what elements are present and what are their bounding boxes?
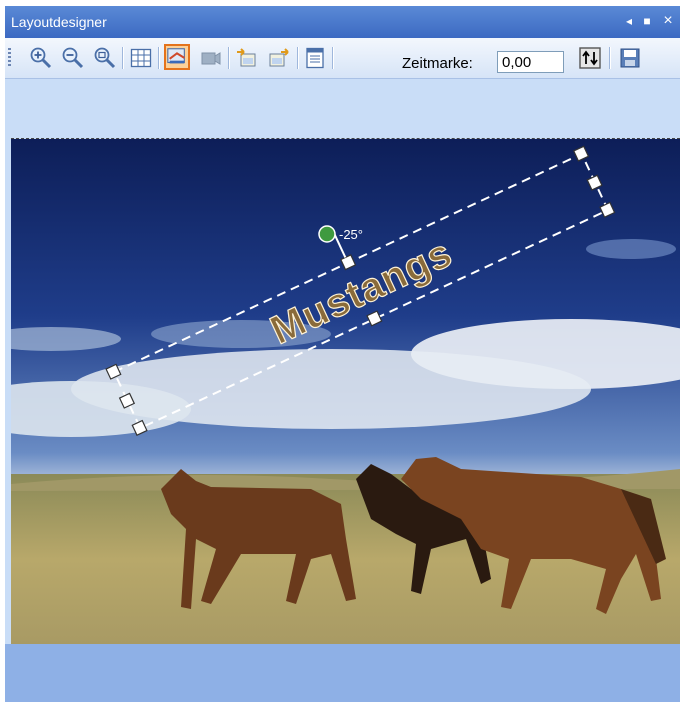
panel-title: Layoutdesigner <box>11 14 107 30</box>
pin-menu-icon[interactable]: ◂ <box>621 12 637 30</box>
background-photo <box>11 139 680 645</box>
grid-button[interactable] <box>129 46 153 70</box>
text-tool-icon <box>167 48 185 64</box>
text-tool-button[interactable] <box>164 44 190 70</box>
canvas-bottom-margin <box>5 644 680 702</box>
toolbar-separator <box>332 47 333 69</box>
zoom-out-button[interactable] <box>61 46 85 70</box>
layoutdesigner-panel: Layoutdesigner ◂ ■ × Zeitmarke: 0,00 Mus… <box>5 6 680 702</box>
zoom-fit-button[interactable] <box>93 46 117 70</box>
save-icon <box>620 48 640 68</box>
autohide-pin-icon[interactable]: ■ <box>639 12 655 30</box>
properties-icon <box>306 47 324 69</box>
timestamp-label: Zeitmarke: <box>402 55 473 72</box>
save-button[interactable] <box>618 46 642 70</box>
zoom-fit-icon <box>94 47 116 69</box>
toolbar-separator <box>122 47 123 69</box>
toolbar: Zeitmarke: <box>5 38 680 79</box>
import-layout-icon <box>237 48 256 67</box>
camera-button[interactable] <box>199 46 223 70</box>
canvas-margin <box>5 79 680 137</box>
toolbar-grip[interactable] <box>8 48 11 68</box>
zoom-in-button[interactable] <box>29 46 53 70</box>
timestamp-input[interactable] <box>497 51 564 73</box>
zoom-in-icon <box>30 47 52 69</box>
export-layout-button[interactable] <box>267 46 291 70</box>
properties-button[interactable] <box>303 46 327 70</box>
toolbar-separator <box>297 47 298 69</box>
camera-icon <box>201 52 221 65</box>
layout-canvas[interactable]: Mustangs -25° <box>11 138 680 645</box>
rotation-angle-label: -25° <box>339 227 363 242</box>
rotation-handle[interactable] <box>318 225 336 243</box>
import-layout-button[interactable] <box>234 46 258 70</box>
export-layout-icon <box>269 48 289 67</box>
close-icon[interactable]: × <box>660 12 676 30</box>
grid-icon <box>130 48 152 68</box>
toolbar-separator <box>609 47 610 69</box>
up-down-arrows-icon <box>579 47 601 69</box>
zoom-out-icon <box>62 47 84 69</box>
toolbar-separator <box>228 47 229 69</box>
timestamp-update-button[interactable] <box>578 46 602 70</box>
title-bar: Layoutdesigner ◂ ■ × <box>5 6 680 38</box>
toolbar-separator <box>158 47 159 69</box>
